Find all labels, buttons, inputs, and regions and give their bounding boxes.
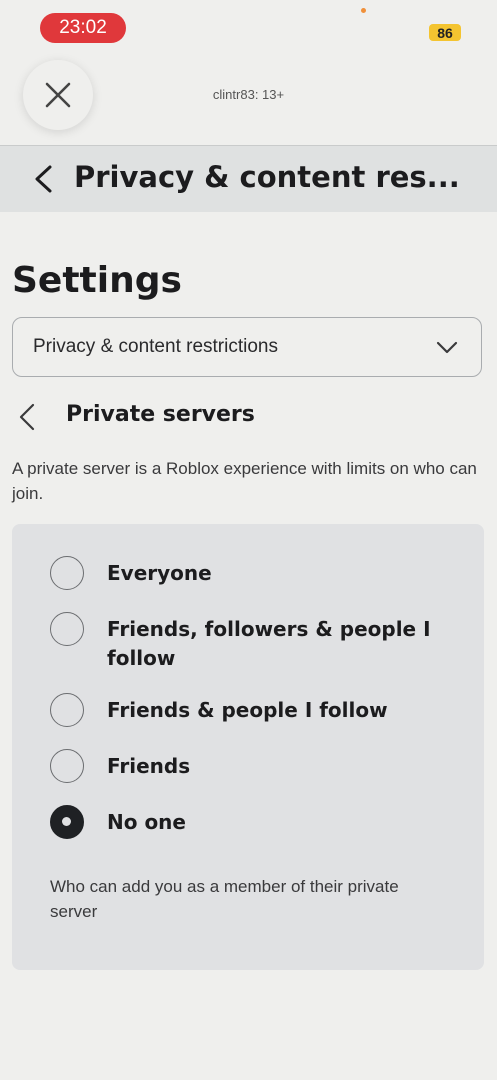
chevron-down-icon bbox=[436, 341, 458, 354]
battery-indicator: 86 bbox=[429, 24, 461, 41]
option-label: No one bbox=[107, 810, 186, 834]
privacy-indicator-dot bbox=[361, 8, 366, 13]
option-label: Friends, followers & people I follow bbox=[107, 617, 431, 670]
radio-button[interactable] bbox=[50, 693, 84, 727]
page-header: Privacy & content res... bbox=[0, 145, 497, 212]
radio-button-selected[interactable] bbox=[50, 805, 84, 839]
status-bar: 23:02 86 bbox=[0, 0, 497, 56]
option-label: Friends bbox=[107, 754, 191, 778]
settings-category-dropdown[interactable]: Privacy & content restrictions bbox=[12, 317, 482, 377]
private-server-options: Everyone Friends, followers & people I f… bbox=[12, 524, 484, 970]
dropdown-selected-value: Privacy & content restrictions bbox=[33, 336, 278, 357]
section-back-icon[interactable] bbox=[16, 402, 38, 432]
radio-button[interactable] bbox=[50, 612, 84, 646]
options-footnote: Who can add you as a member of their pri… bbox=[50, 877, 399, 921]
settings-heading: Settings bbox=[12, 260, 182, 301]
section-description: A private server is a Roblox experience … bbox=[12, 459, 477, 503]
account-label: clintr83: 13+ bbox=[212, 87, 285, 102]
section-title: Private servers bbox=[66, 402, 255, 427]
option-label: Friends & people I follow bbox=[107, 698, 388, 722]
option-label: Everyone bbox=[107, 561, 212, 585]
radio-button[interactable] bbox=[50, 556, 84, 590]
status-time: 23:02 bbox=[40, 13, 126, 43]
page-title: Privacy & content res... bbox=[74, 160, 460, 194]
radio-button[interactable] bbox=[50, 749, 84, 783]
back-chevron-icon[interactable] bbox=[30, 164, 58, 194]
